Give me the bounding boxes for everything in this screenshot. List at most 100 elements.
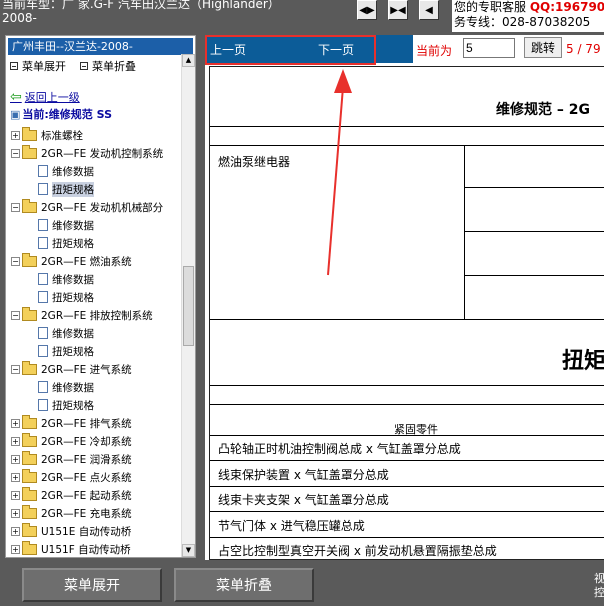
sidebar-title: 广州丰田--汉兰达-2008- (8, 38, 193, 55)
tree-folder[interactable]: +2GR—FE 起动系统 (6, 486, 182, 504)
page-icon (38, 183, 48, 195)
tree-page[interactable]: 扭矩规格 (6, 288, 182, 306)
nav-button-1[interactable]: ◀▶ (357, 0, 377, 20)
tree-folder[interactable]: +2GR—FE 充电系统 (6, 504, 182, 522)
tree-item-label[interactable]: 2GR—FE 燃油系统 (41, 254, 132, 269)
collapse-node-icon[interactable]: − (11, 256, 20, 266)
tree-page[interactable]: 扭矩规格 (6, 180, 182, 198)
tree-item-label[interactable]: 维修数据 (52, 272, 94, 287)
document-viewer: 上一页 下一页 当前为 跳转 5 / 79 维修规范 – 2G 燃油泵继电器 扭… (205, 35, 604, 560)
folder-icon (22, 540, 37, 555)
tree-item-label[interactable]: 2GR—FE 润滑系统 (41, 452, 132, 467)
tree-item-label[interactable]: U151E 自动传动桥 (41, 524, 131, 539)
scroll-thumb[interactable] (183, 266, 194, 346)
scroll-down-icon[interactable]: ▼ (182, 544, 195, 557)
scroll-up-icon[interactable]: ▲ (182, 54, 195, 67)
tree-item-label[interactable]: 2GR—FE 排放控制系统 (41, 308, 153, 323)
collapse-node-icon[interactable]: − (11, 148, 20, 158)
menu-tree: + 标准螺栓 −2GR—FE 发动机控制系统 维修数据 扭矩规格 −2GR—FE 发动机机… (6, 126, 182, 557)
expand-node-icon[interactable]: + (11, 508, 20, 518)
page-icon (38, 219, 48, 231)
page-icon (38, 237, 48, 249)
tree-item-label[interactable]: 2GR—FE 冷却系统 (41, 434, 132, 449)
sidebar-scrollbar[interactable]: ▲ ▼ (181, 54, 195, 557)
annotation-arrow (327, 69, 352, 276)
tree-item-label[interactable]: 扭矩规格 (52, 181, 94, 197)
folder-icon (22, 522, 37, 537)
tree-item-label[interactable]: 扭矩规格 (52, 290, 94, 305)
tree-item-label[interactable]: 2GR—FE 发动机机械部分 (41, 200, 163, 215)
tree-folder[interactable]: − 2GR—FE 发动机控制系统 (6, 144, 182, 162)
expand-node-icon[interactable]: + (11, 472, 20, 482)
tree-item-label[interactable]: 扭矩规格 (52, 236, 94, 251)
tree-folder[interactable]: − 2GR—FE 燃油系统 (6, 252, 182, 270)
tree-folder[interactable]: +2GR—FE 冷却系统 (6, 432, 182, 450)
tree-folder[interactable]: − 2GR—FE 进气系统 (6, 360, 182, 378)
top-bar: 当前车型：广 家.G-F 汽车田汉兰达（Highlander） 2008- ◀▶… (0, 0, 604, 32)
expand-node-icon[interactable]: + (11, 436, 20, 446)
expand-node-icon[interactable]: + (11, 544, 20, 554)
tree-item-label[interactable]: 2GR—FE 起动系统 (41, 488, 132, 503)
bottom-collapse-button[interactable]: 菜单折叠 (174, 568, 314, 602)
page-icon (38, 327, 48, 339)
tree-page[interactable]: 维修数据 (6, 324, 182, 342)
folder-icon (22, 414, 37, 429)
tree-page[interactable]: 扭矩规格 (6, 396, 182, 414)
tree-page[interactable]: 维修数据 (6, 378, 182, 396)
tree-page[interactable]: 维修数据 (6, 216, 182, 234)
expand-node-icon[interactable]: + (11, 526, 20, 536)
tree-item-label[interactable]: 2GR—FE 充电系统 (41, 506, 132, 521)
tree-item-label[interactable]: 维修数据 (52, 326, 94, 341)
folder-icon (22, 144, 37, 159)
expand-icon (10, 62, 18, 70)
tree-item-label[interactable]: 2GR—FE 发动机控制系统 (41, 146, 163, 161)
expand-node-icon[interactable]: + (11, 490, 20, 500)
page-icon (38, 381, 48, 393)
folder-icon (22, 252, 37, 267)
bottom-expand-button[interactable]: 菜单展开 (22, 568, 162, 602)
folder-icon (22, 126, 37, 141)
tree-item-label[interactable]: 2GR—FE 排气系统 (41, 416, 132, 431)
tree-item-label[interactable]: 2GR—FE 点火系统 (41, 470, 132, 485)
nav-button-3[interactable]: ◀ (419, 0, 439, 20)
service-qq[interactable]: QQ:196790 (530, 0, 604, 14)
tree-item-label[interactable]: 维修数据 (52, 380, 94, 395)
current-car-year: 2008- (2, 11, 37, 25)
tree-folder[interactable]: +2GR—FE 点火系统 (6, 468, 182, 486)
tree-folder[interactable]: +2GR—FE 润滑系统 (6, 450, 182, 468)
tree-page[interactable]: 维修数据 (6, 162, 182, 180)
tree-item-label[interactable]: 维修数据 (52, 218, 94, 233)
collapse-node-icon[interactable]: − (11, 202, 20, 212)
tree-item-label[interactable]: 维修数据 (52, 164, 94, 179)
expand-node-icon[interactable]: + (11, 454, 20, 464)
tree-page[interactable]: 扭矩规格 (6, 234, 182, 252)
tree-item-label[interactable]: 标准螺栓 (41, 128, 83, 143)
sidebar-expand-button[interactable]: 菜单展开 (10, 59, 66, 73)
collapse-node-icon[interactable]: − (11, 364, 20, 374)
back-link[interactable]: ⇦ 返回上一级 (6, 89, 195, 105)
tree-page[interactable]: 维修数据 (6, 270, 182, 288)
expand-node-icon[interactable]: + (11, 418, 20, 428)
tree-item-label[interactable]: 2GR—FE 进气系统 (41, 362, 132, 377)
page-icon (38, 273, 48, 285)
collapse-node-icon[interactable]: − (11, 310, 20, 320)
customer-service-panel: 您的专职客服 QQ:196790 务专线：028-87038205 (452, 0, 604, 32)
sidebar-collapse-button[interactable]: 菜单折叠 (80, 59, 136, 73)
expand-node-icon[interactable]: + (11, 130, 20, 140)
tree-folder[interactable]: +2GR—FE 排气系统 (6, 414, 182, 432)
tree-folder[interactable]: + U151E 自动传动桥 (6, 522, 182, 540)
page-icon (38, 165, 48, 177)
tree-page[interactable]: 扭矩规格 (6, 342, 182, 360)
sidebar: 广州丰田--汉兰达-2008- 菜单展开 菜单折叠 ⇦ 返回上一级 ▣ 当前:维修规… (5, 35, 196, 558)
page-icon (38, 291, 48, 303)
nav-button-2[interactable]: ▶◀ (388, 0, 408, 20)
tree-folder[interactable]: + U151F 自动传动桥 (6, 540, 182, 557)
tree-item-label[interactable]: U151F 自动传动桥 (41, 542, 131, 557)
tree-folder[interactable]: − 2GR—FE 发动机机械部分 (6, 198, 182, 216)
tree-folder[interactable]: − 2GR—FE 排放控制系统 (6, 306, 182, 324)
tree-folder[interactable]: + 标准螺栓 (6, 126, 182, 144)
tree-item-label[interactable]: 扭矩规格 (52, 398, 94, 413)
tree-item-label[interactable]: 扭矩规格 (52, 344, 94, 359)
folder-icon (22, 198, 37, 213)
page-icon (38, 399, 48, 411)
